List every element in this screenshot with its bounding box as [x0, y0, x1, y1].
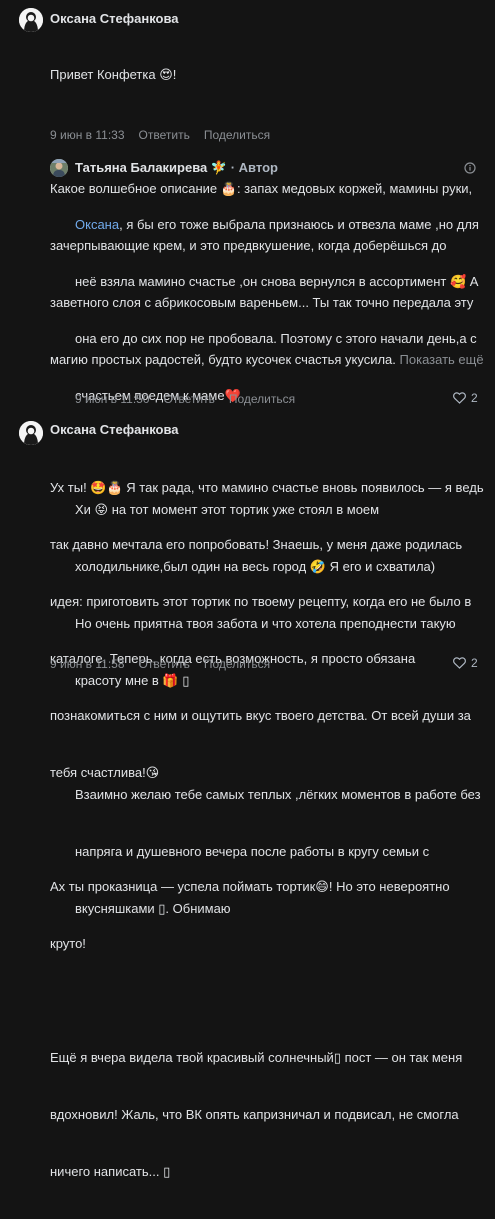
share-button[interactable]: Поделиться [204, 657, 270, 671]
text-line: так давно мечтала его попробовать! Знаеш… [50, 537, 463, 552]
author-role-badge: · Автор [230, 160, 278, 175]
like-button[interactable]: 2 [453, 656, 478, 670]
comment: Оксана Стефанкова Привет Конфетка 😍! Как… [0, 0, 495, 367]
reply-button[interactable]: Ответить [139, 657, 190, 671]
author-name: Татьяна Балакирева 🧚 · Автор [75, 160, 278, 176]
mention-link[interactable]: Оксана [75, 217, 119, 232]
comment: Оксана Стефанкова Ух ты! 🤩🎂 Я так рада, … [0, 410, 495, 1179]
text-line [50, 991, 490, 1010]
avatar-photo-icon [50, 159, 68, 177]
author-emoji: 🧚 [210, 160, 228, 175]
text-line [50, 820, 490, 839]
comment-text: Ух ты! 🤩🎂 Я так рада, что мамино счастье… [50, 440, 490, 1219]
timestamp[interactable]: 9 июн в 11:33 [50, 128, 125, 142]
comment-reply: Татьяна Балакирева 🧚 · Автор Оксана, я б… [0, 150, 495, 916]
text-line: вдохновил! Жаль, что ВК опять капризнича… [50, 1107, 459, 1122]
timestamp[interactable]: 9 июн в 11:58 [50, 657, 125, 671]
info-icon[interactable] [464, 162, 476, 174]
text-line: Ух ты! 🤩🎂 Я так рада, что мамино счастье… [50, 480, 484, 495]
timestamp[interactable]: 9 июн в 11:50 [75, 392, 150, 406]
share-button[interactable]: Поделиться [229, 392, 295, 406]
like-button[interactable]: 2 [453, 391, 478, 405]
text-line-rest: , я бы его тоже выбрала признаюсь и отве… [119, 217, 479, 232]
avatar[interactable] [19, 8, 43, 32]
text-line: идея: приготовить этот тортик по твоему … [50, 594, 472, 609]
like-count: 2 [471, 656, 478, 670]
text-line: неё взяла мамино счастье ,он снова верну… [75, 274, 479, 289]
text-line: Ещё я вчера видела твой красивый солнечн… [50, 1050, 463, 1065]
comment-meta: 9 июн в 11:33 Ответить Поделиться [50, 128, 284, 142]
text-line: Оксана, я бы его тоже выбрала признаюсь … [75, 215, 493, 234]
avatar[interactable] [19, 421, 43, 445]
text-line: круто! [50, 936, 86, 951]
reply-button[interactable]: Ответить [164, 392, 215, 406]
text-line: Привет Конфетка 😍! [50, 67, 177, 82]
comment-meta: 9 июн в 11:58 Ответить Поделиться [50, 657, 284, 671]
avatar-portrait-icon [19, 421, 43, 445]
author-name[interactable]: Оксана Стефанкова [50, 11, 179, 26]
text-line: Ах ты проказница — успела поймать тортик… [50, 879, 450, 894]
text-line: она его до сих пор не пробовала. Поэтому… [75, 331, 477, 346]
like-count: 2 [471, 391, 478, 405]
avatar-portrait-icon [19, 8, 43, 32]
heart-icon [453, 392, 466, 404]
avatar[interactable] [50, 159, 68, 177]
text-line: ничего написать... ▯ [50, 1164, 171, 1179]
text-line: познакомиться с ним и ощутить вкус твоег… [50, 708, 471, 723]
author-name-text[interactable]: Татьяна Балакирева [75, 160, 207, 175]
reply-button[interactable]: Ответить [139, 128, 190, 142]
comment-meta: 9 июн в 11:50 Ответить Поделиться [75, 392, 309, 406]
text-line: тебя счастлива!😘 [50, 765, 160, 780]
heart-icon [453, 657, 466, 669]
author-name[interactable]: Оксана Стефанкова [50, 422, 179, 437]
share-button[interactable]: Поделиться [204, 128, 270, 142]
